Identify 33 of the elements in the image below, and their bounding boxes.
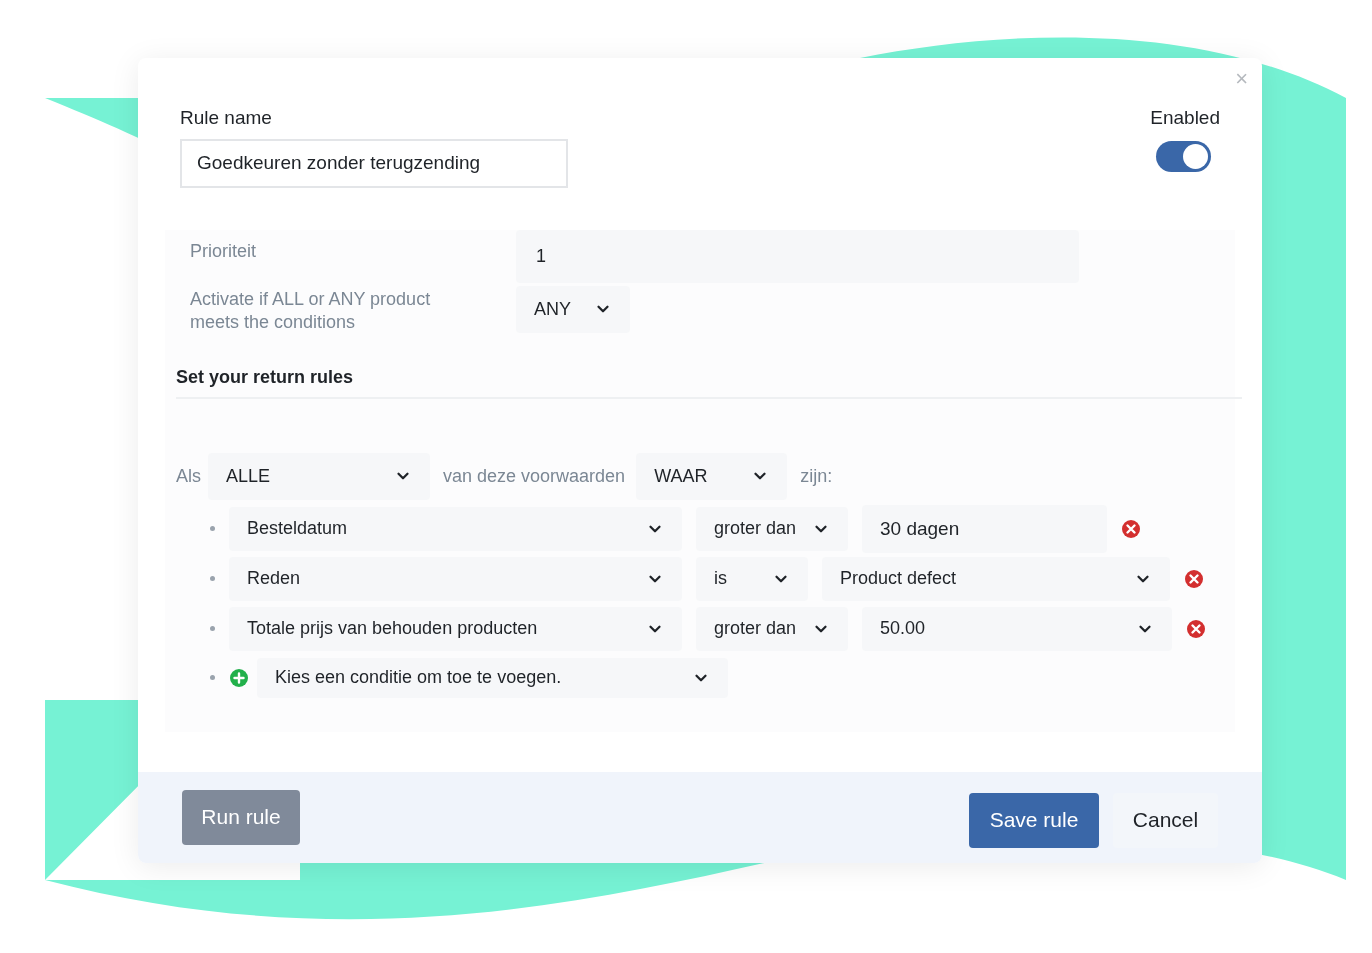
value-field[interactable]: 30 dagen <box>862 504 1107 553</box>
value-dropdown[interactable]: 50.00 <box>862 606 1172 651</box>
bullet-icon <box>210 526 215 531</box>
activate-dropdown[interactable]: ANY <box>516 285 630 333</box>
truth-dropdown[interactable]: WAAR <box>636 452 788 500</box>
operator-dropdown[interactable]: groter dan <box>696 606 848 651</box>
operator-dropdown[interactable]: is <box>696 556 808 601</box>
value-dropdown[interactable]: Product defect <box>822 556 1170 601</box>
remove-icon[interactable] <box>1186 618 1206 639</box>
remove-icon[interactable] <box>1184 568 1204 589</box>
field-dropdown[interactable]: Totale prijs van behouden producten <box>229 606 682 651</box>
field-label: Activate if ALL or ANY product meets the conditions <box>190 287 432 334</box>
quantifier-dropdown[interactable]: ALLE <box>208 452 430 500</box>
field-label: Rule name <box>180 106 273 130</box>
bullet-icon <box>210 576 215 581</box>
condition-text: Als <box>176 464 201 488</box>
bullet-icon <box>210 675 215 680</box>
priority-field[interactable]: 1 <box>516 229 1079 283</box>
condition-text: van deze voorwaarden <box>443 464 626 488</box>
add-condition-dropdown[interactable]: Kies een conditie om toe te voegen. <box>257 657 728 698</box>
field-label: Prioriteit <box>190 239 257 263</box>
remove-icon[interactable] <box>1121 518 1141 539</box>
field-label: Enabled <box>1150 106 1220 130</box>
condition-text: zijn: <box>800 464 833 488</box>
add-icon[interactable] <box>229 667 249 688</box>
operator-dropdown[interactable]: groter dan <box>696 506 848 551</box>
save-rule-button[interactable]: Save rule <box>969 792 1099 848</box>
toggle-switch[interactable] <box>1156 140 1211 172</box>
bullet-icon <box>210 626 215 631</box>
field-dropdown[interactable]: Besteldatum <box>229 506 682 551</box>
rule-name-field[interactable]: Goedkeuren zonder terugzending <box>180 138 568 188</box>
section-title: Set your return rules <box>176 365 355 389</box>
field-dropdown[interactable]: Reden <box>229 556 682 601</box>
